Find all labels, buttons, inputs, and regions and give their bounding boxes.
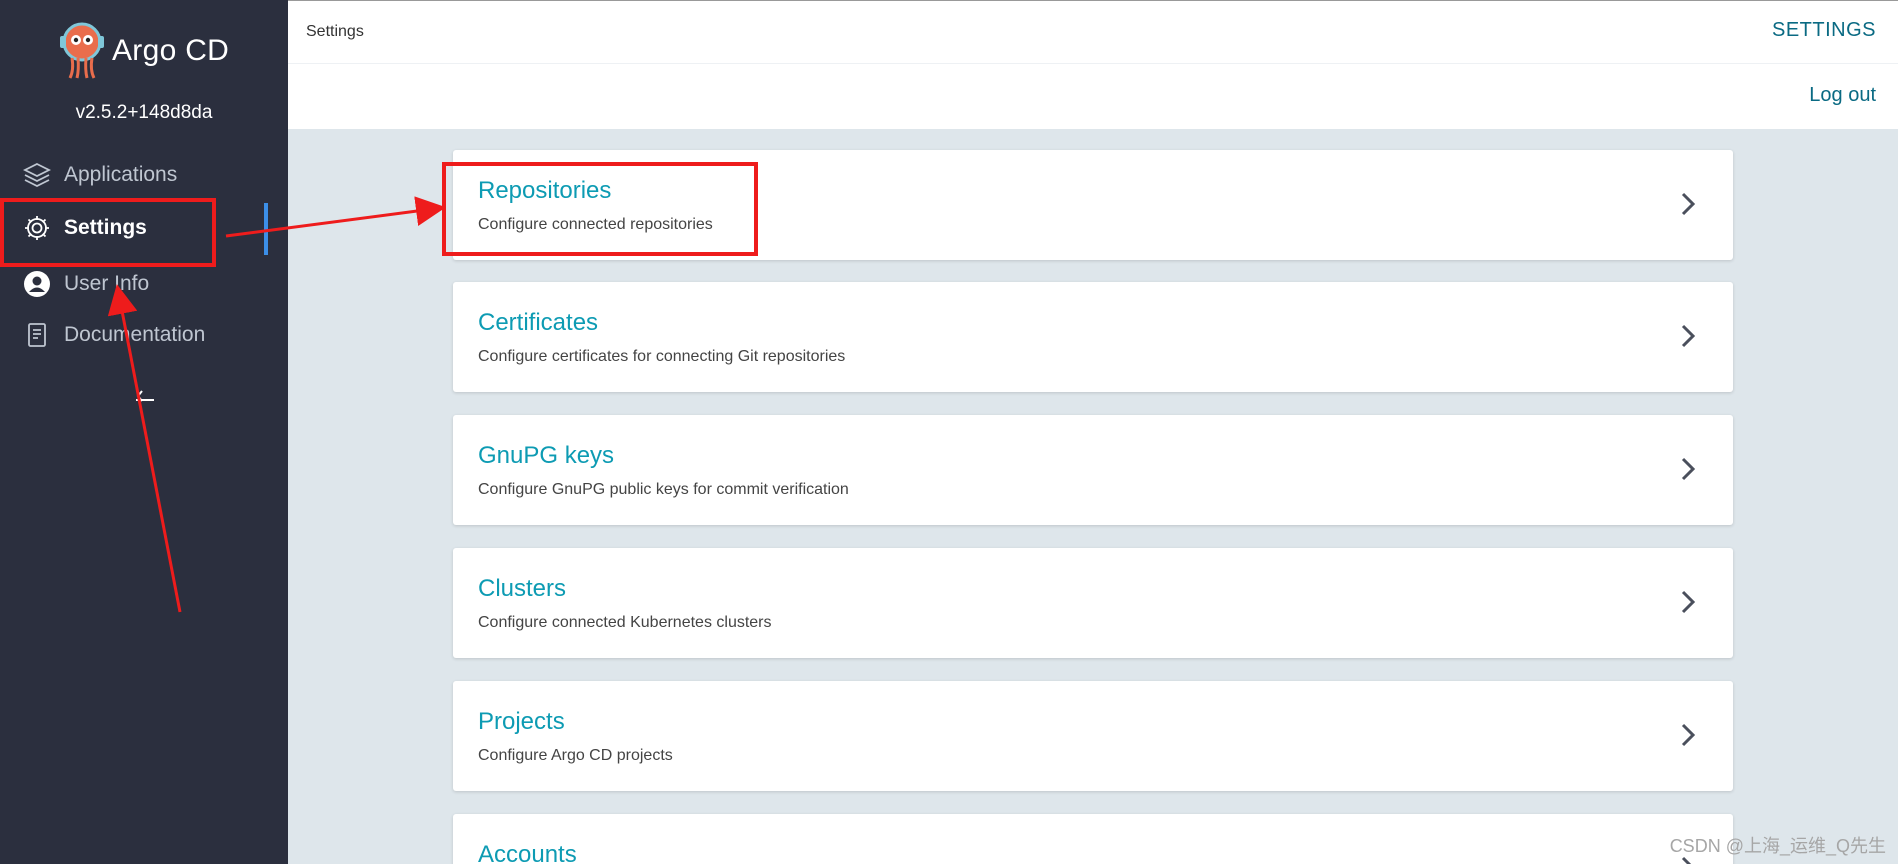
annotation-arrows <box>107 196 446 613</box>
annotation-arrow-to-settings <box>107 284 182 613</box>
watermark: CSDN @上海_运维_Q先生 <box>1669 836 1886 856</box>
annotation-arrow-to-repositories <box>225 196 446 238</box>
